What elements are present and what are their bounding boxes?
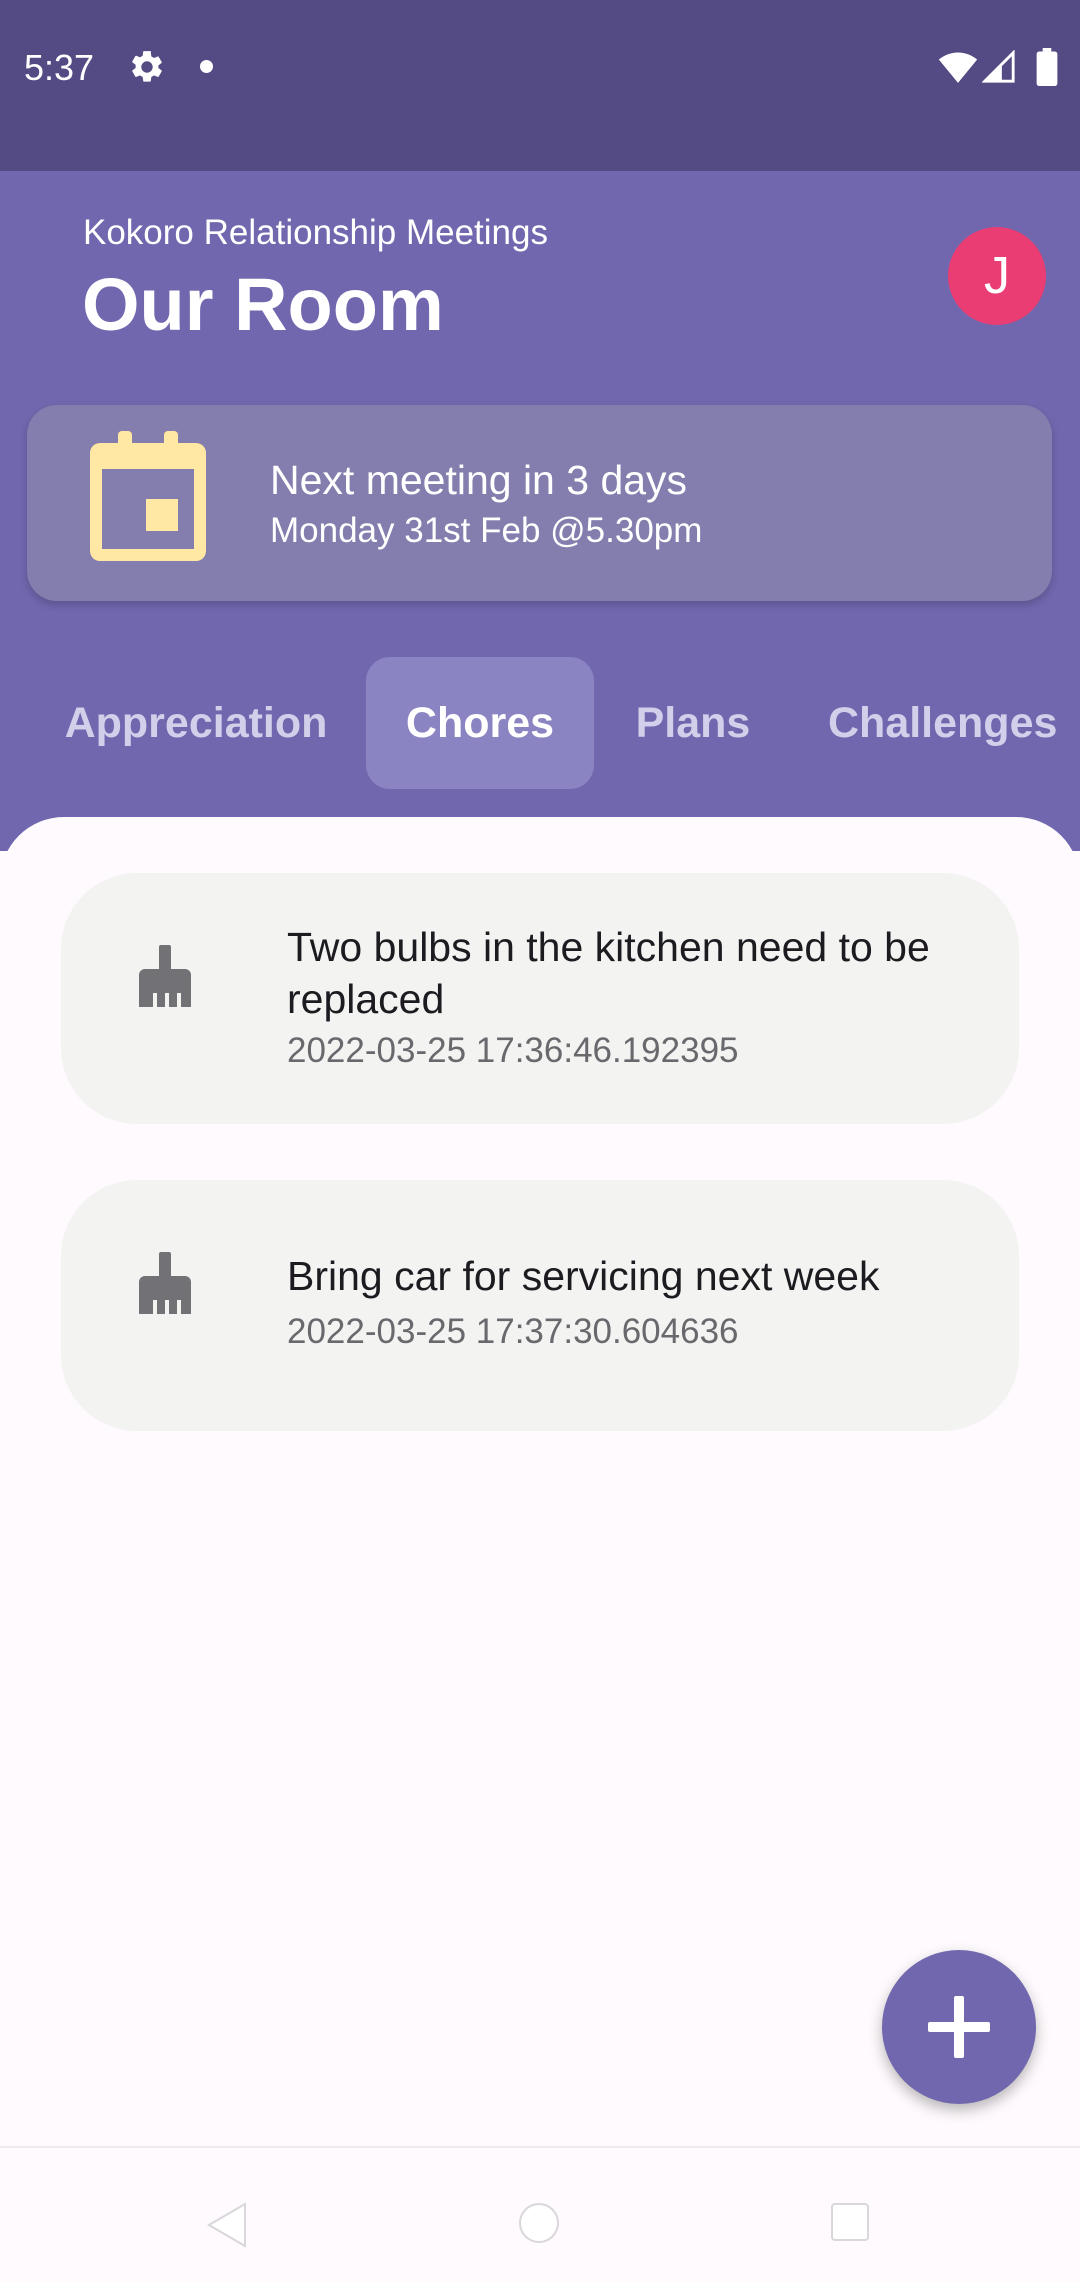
list-item[interactable]: Bring car for servicing next week 2022-0… <box>61 1180 1019 1431</box>
meeting-date: Monday 31st Feb @5.30pm <box>270 511 703 550</box>
chore-timestamp: 2022-03-25 17:36:46.192395 <box>287 1031 739 1070</box>
add-chore-button[interactable] <box>882 1950 1036 2104</box>
room-header: Kokoro Relationship Meetings Our Room J … <box>0 171 1080 851</box>
broom-icon <box>139 945 191 1007</box>
chore-timestamp: 2022-03-25 17:37:30.604636 <box>287 1312 739 1351</box>
status-time: 5:37 <box>24 47 95 88</box>
tab-appreciation[interactable]: Appreciation <box>60 657 332 789</box>
avatar[interactable]: J <box>948 227 1046 325</box>
tab-chores[interactable]: Chores <box>366 657 594 789</box>
recents-icon[interactable] <box>830 2202 870 2242</box>
gear-icon <box>132 51 162 82</box>
home-icon[interactable] <box>518 2202 560 2244</box>
wifi-icon <box>938 52 978 83</box>
notification-dot-icon <box>200 60 213 73</box>
tab-challenges[interactable]: Challenges <box>828 657 1068 789</box>
signal-icon <box>982 50 1015 83</box>
status-bar: 5:37 <box>0 0 1080 171</box>
app-subtitle: Kokoro Relationship Meetings <box>83 213 548 252</box>
system-nav-bar <box>0 2146 1080 2282</box>
chore-text: Two bulbs in the kitchen need to be repl… <box>287 924 930 1022</box>
broom-icon <box>139 1252 191 1314</box>
page-title: Our Room <box>82 263 444 346</box>
meeting-title: Next meeting in 3 days <box>270 457 688 503</box>
category-tabs: Appreciation Chores Plans Challenges <box>0 657 1080 797</box>
plus-icon <box>928 1996 990 2058</box>
battery-icon <box>1036 48 1058 86</box>
next-meeting-card[interactable]: Next meeting in 3 days Monday 31st Feb @… <box>27 405 1052 601</box>
tab-plans[interactable]: Plans <box>618 657 768 789</box>
back-icon[interactable] <box>205 2202 247 2248</box>
chore-text: Bring car for servicing next week <box>287 1253 880 1299</box>
chores-list: Two bulbs in the kitchen need to be repl… <box>0 817 1080 2147</box>
calendar-icon <box>90 431 206 561</box>
list-item[interactable]: Two bulbs in the kitchen need to be repl… <box>61 873 1019 1124</box>
